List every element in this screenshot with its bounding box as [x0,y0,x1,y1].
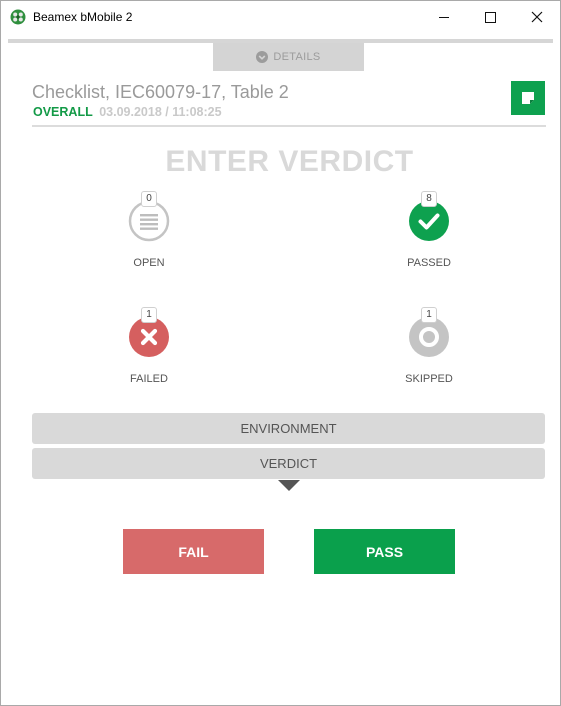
chevron-down-circle-icon [256,51,269,63]
stat-open: 0 OPEN [89,191,209,269]
overall-timestamp: 03.09.2018 / 11:08:25 [99,105,222,119]
failed-count-badge: 1 [141,307,157,323]
close-button[interactable] [514,1,560,33]
overall-row: OVERALL 03.09.2018 / 11:08:25 [33,105,222,119]
failed-label: FAILED [130,373,168,385]
stat-failed: 1 FAILED [89,307,209,385]
details-tab[interactable]: DETAILS [213,43,364,71]
fail-button[interactable]: FAIL [123,529,264,574]
window-title: Beamex bMobile 2 [33,10,133,24]
verdict-heading: ENTER VERDICT [165,145,414,178]
open-label: OPEN [133,257,165,269]
environment-section[interactable]: ENVIRONMENT [32,413,545,444]
title-bar: Beamex bMobile 2 [1,1,560,33]
overall-label: OVERALL [33,105,93,119]
passed-count-badge: 8 [421,191,437,207]
details-tab-label: DETAILS [273,51,321,63]
close-icon [531,11,543,23]
skipped-label: SKIPPED [405,373,453,385]
header-divider [32,125,546,127]
maximize-button[interactable] [467,1,513,33]
maximize-icon [484,11,496,23]
pass-button[interactable]: PASS [314,529,455,574]
minimize-icon [439,16,449,18]
minimize-button[interactable] [421,1,467,33]
open-count-badge: 0 [141,191,157,207]
verdict-section[interactable]: VERDICT [32,448,545,479]
passed-label: PASSED [407,257,451,269]
stat-passed: 8 PASSED [369,191,489,269]
app-window: Beamex bMobile 2 DETAILS Checklist, IEC6… [0,0,561,706]
beamex-app-icon [10,9,26,25]
stat-skipped: 1 SKIPPED [369,307,489,385]
environment-section-label: ENVIRONMENT [240,421,337,436]
note-icon [522,92,534,104]
verdict-section-label: VERDICT [259,456,318,471]
page-title: Checklist, IEC60079-17, Table 2 [32,82,289,102]
skipped-count-badge: 1 [421,307,437,323]
note-button[interactable] [511,81,545,115]
caret-down-icon [278,480,300,491]
